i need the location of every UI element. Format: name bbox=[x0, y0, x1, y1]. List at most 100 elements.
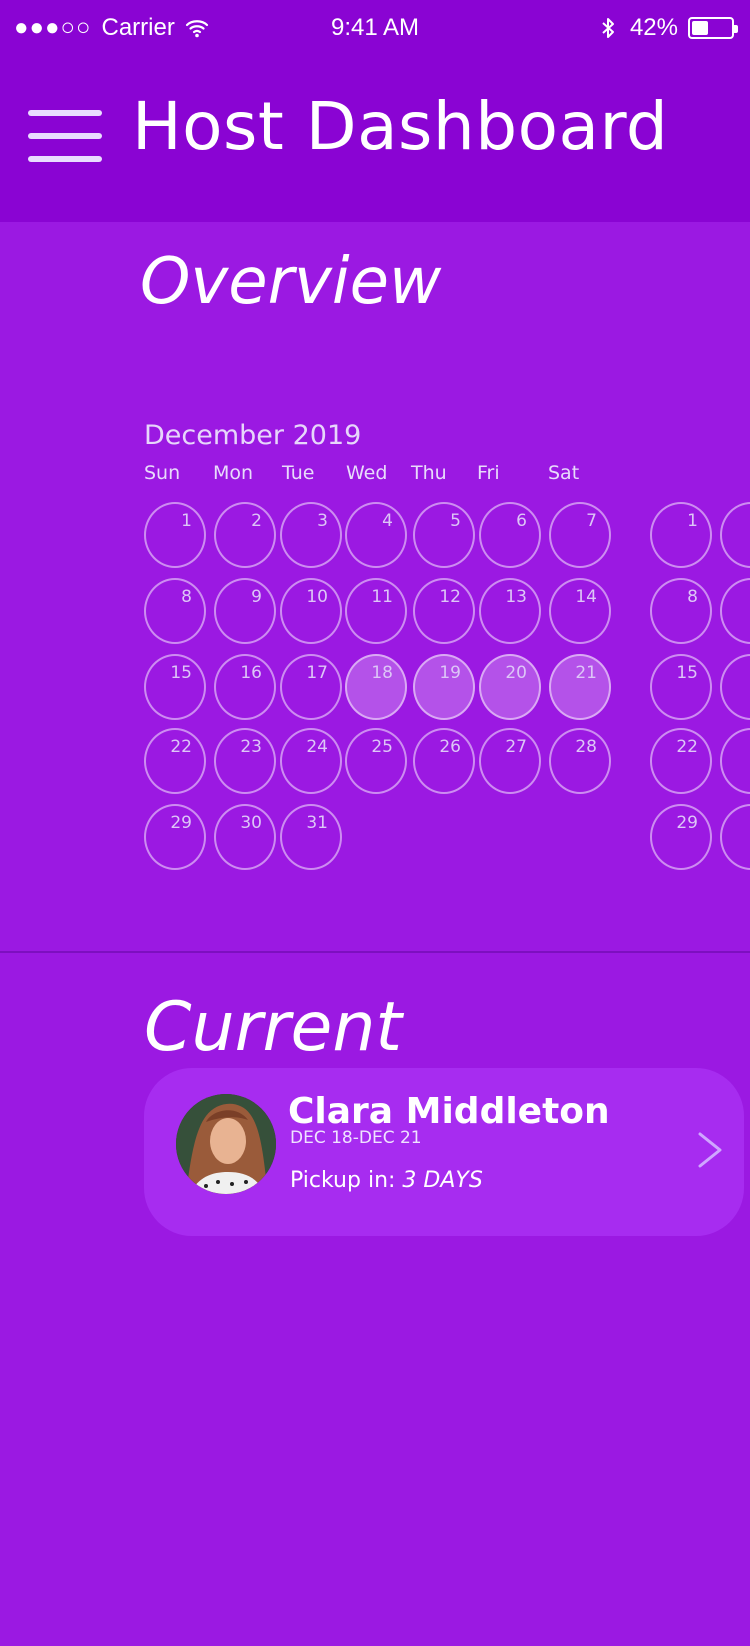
next-month-day-8[interactable]: 8 bbox=[650, 578, 712, 644]
calendar-day-number: 31 bbox=[306, 813, 328, 833]
next-month-day-15[interactable]: 15 bbox=[650, 654, 712, 720]
calendar-day-number: 5 bbox=[450, 511, 461, 531]
battery-percent: 42% bbox=[629, 14, 678, 41]
calendar-day-27[interactable]: 27 bbox=[479, 728, 541, 794]
calendar-month-label: December 2019 bbox=[144, 420, 362, 451]
chevron-right-icon[interactable] bbox=[696, 1130, 724, 1170]
calendar-day-20[interactable]: 20 bbox=[479, 654, 541, 720]
calendar-day-number: 24 bbox=[306, 737, 328, 757]
calendar-day-number: 6 bbox=[516, 511, 527, 531]
calendar-day-number: 29 bbox=[676, 813, 698, 833]
calendar-day-number: 10 bbox=[306, 587, 328, 607]
calendar-day-7[interactable]: 7 bbox=[549, 502, 611, 568]
calendar-day-23[interactable]: 23 bbox=[214, 728, 276, 794]
weekday-fri: Fri bbox=[477, 462, 500, 484]
calendar-day-1[interactable]: 1 bbox=[144, 502, 206, 568]
menu-line bbox=[28, 110, 102, 116]
avatar-image bbox=[176, 1094, 276, 1194]
calendar-day-number: 1 bbox=[687, 511, 698, 531]
calendar-day-number: 17 bbox=[306, 663, 328, 683]
status-right: 42% bbox=[596, 0, 738, 56]
calendar-day-9[interactable]: 9 bbox=[214, 578, 276, 644]
calendar-day-number: 14 bbox=[575, 587, 597, 607]
calendar-day-13[interactable]: 13 bbox=[479, 578, 541, 644]
calendar-day-number: 7 bbox=[586, 511, 597, 531]
calendar-day-2[interactable]: 2 bbox=[214, 502, 276, 568]
calendar-day-22[interactable]: 22 bbox=[144, 728, 206, 794]
page-title: Host Dashboard bbox=[132, 88, 669, 165]
calendar-day-29[interactable]: 29 bbox=[144, 804, 206, 870]
calendar-day-8[interactable]: 8 bbox=[144, 578, 206, 644]
calendar-day-31[interactable]: 31 bbox=[280, 804, 342, 870]
calendar-day-12[interactable]: 12 bbox=[413, 578, 475, 644]
calendar-day-number: 8 bbox=[181, 587, 192, 607]
bluetooth-icon bbox=[602, 18, 614, 38]
section-divider bbox=[0, 951, 750, 953]
calendar-day-number: 22 bbox=[170, 737, 192, 757]
next-month-day-22[interactable]: 22 bbox=[650, 728, 712, 794]
next-month-day-partial[interactable] bbox=[720, 728, 750, 794]
calendar-day-number: 27 bbox=[505, 737, 527, 757]
calendar-day-number: 25 bbox=[371, 737, 393, 757]
calendar-day-number: 20 bbox=[505, 663, 527, 683]
booking-dates: DEC 18-DEC 21 bbox=[290, 1128, 422, 1148]
pickup-info: Pickup in: 3 DAYS bbox=[290, 1170, 483, 1192]
next-month-day-partial[interactable] bbox=[720, 654, 750, 720]
calendar-day-16[interactable]: 16 bbox=[214, 654, 276, 720]
next-month-day-29[interactable]: 29 bbox=[650, 804, 712, 870]
weekday-thu: Thu bbox=[411, 462, 447, 484]
calendar-day-number: 9 bbox=[251, 587, 262, 607]
calendar-day-number: 1 bbox=[181, 511, 192, 531]
calendar-day-26[interactable]: 26 bbox=[413, 728, 475, 794]
calendar-day-number: 11 bbox=[371, 587, 393, 607]
calendar-day-number: 4 bbox=[382, 511, 393, 531]
calendar-day-number: 2 bbox=[251, 511, 262, 531]
next-month-day-partial[interactable] bbox=[720, 804, 750, 870]
calendar-day-number: 19 bbox=[439, 663, 461, 683]
top-bar: ●●●○○ Carrier 9:41 AM 42% Host Dashboard bbox=[0, 0, 750, 222]
calendar-day-3[interactable]: 3 bbox=[280, 502, 342, 568]
calendar-day-5[interactable]: 5 bbox=[413, 502, 475, 568]
calendar-day-24[interactable]: 24 bbox=[280, 728, 342, 794]
calendar-day-18[interactable]: 18 bbox=[345, 654, 407, 720]
booking-name: Clara Middleton bbox=[288, 1091, 610, 1132]
calendar-day-number: 23 bbox=[240, 737, 262, 757]
calendar-day-number: 18 bbox=[371, 663, 393, 683]
weekday-tue: Tue bbox=[282, 462, 315, 484]
battery-icon bbox=[688, 17, 738, 39]
calendar-day-number: 8 bbox=[687, 587, 698, 607]
calendar-day-6[interactable]: 6 bbox=[479, 502, 541, 568]
calendar-day-number: 15 bbox=[170, 663, 192, 683]
booking-card[interactable]: Clara Middleton DEC 18-DEC 21 Pickup in:… bbox=[144, 1068, 744, 1236]
calendar-day-30[interactable]: 30 bbox=[214, 804, 276, 870]
calendar-day-10[interactable]: 10 bbox=[280, 578, 342, 644]
weekday-mon: Mon bbox=[213, 462, 254, 484]
calendar-day-4[interactable]: 4 bbox=[345, 502, 407, 568]
calendar-day-number: 28 bbox=[575, 737, 597, 757]
next-month-day-1[interactable]: 1 bbox=[650, 502, 712, 568]
calendar-day-11[interactable]: 11 bbox=[345, 578, 407, 644]
calendar-day-number: 3 bbox=[317, 511, 328, 531]
calendar-day-15[interactable]: 15 bbox=[144, 654, 206, 720]
calendar-day-number: 12 bbox=[439, 587, 461, 607]
menu-line bbox=[28, 133, 102, 139]
hamburger-menu-icon[interactable] bbox=[28, 110, 102, 162]
calendar-day-number: 29 bbox=[170, 813, 192, 833]
calendar-day-25[interactable]: 25 bbox=[345, 728, 407, 794]
calendar-day-17[interactable]: 17 bbox=[280, 654, 342, 720]
calendar-day-number: 13 bbox=[505, 587, 527, 607]
calendar-day-number: 26 bbox=[439, 737, 461, 757]
weekday-wed: Wed bbox=[346, 462, 388, 484]
calendar-day-19[interactable]: 19 bbox=[413, 654, 475, 720]
status-bar: ●●●○○ Carrier 9:41 AM 42% bbox=[0, 0, 750, 56]
battery-cap bbox=[734, 25, 738, 33]
calendar-day-14[interactable]: 14 bbox=[549, 578, 611, 644]
overview-title: Overview bbox=[140, 245, 442, 319]
calendar-day-number: 15 bbox=[676, 663, 698, 683]
calendar-day-28[interactable]: 28 bbox=[549, 728, 611, 794]
calendar-day-number: 21 bbox=[575, 663, 597, 683]
calendar-day-21[interactable]: 21 bbox=[549, 654, 611, 720]
next-month-day-partial[interactable] bbox=[720, 502, 750, 568]
current-title: Current bbox=[144, 988, 403, 1067]
next-month-day-partial[interactable] bbox=[720, 578, 750, 644]
